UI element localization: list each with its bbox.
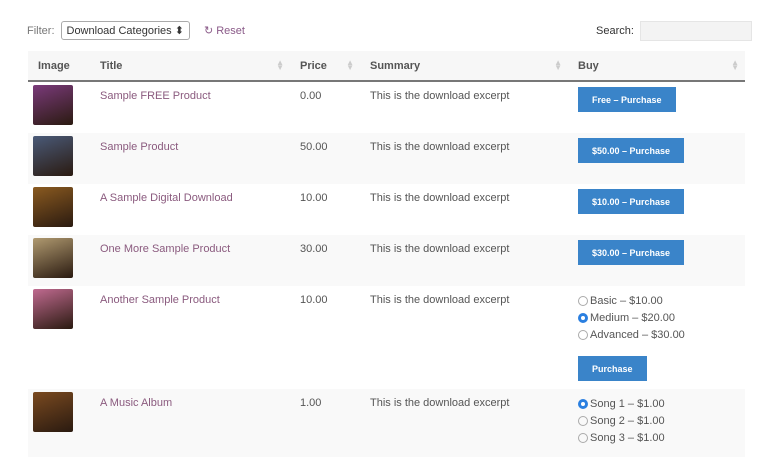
- product-title-link[interactable]: A Sample Digital Download: [100, 192, 233, 204]
- reset-icon: ↻: [203, 25, 214, 37]
- buy-cell: Free – Purchase: [568, 81, 745, 133]
- sort-icon: ▲ ▼: [731, 58, 739, 72]
- radio-button[interactable]: [578, 398, 588, 409]
- purchase-button[interactable]: Free – Purchase: [578, 87, 676, 112]
- search-label: Search:: [596, 25, 634, 37]
- table-row: One More Sample Product 30.00 This is th…: [28, 235, 745, 286]
- price-option[interactable]: Song 1 – $1.00: [578, 395, 745, 412]
- filter-label: Filter:: [27, 24, 55, 37]
- product-thumbnail[interactable]: [33, 289, 73, 329]
- reset-link[interactable]: ↻ Reset: [204, 24, 245, 37]
- radio-button[interactable]: [578, 312, 588, 323]
- price-option[interactable]: Basic – $10.00: [578, 292, 745, 309]
- sort-icon: ▲ ▼: [554, 58, 562, 72]
- summary: This is the download excerpt: [360, 389, 568, 457]
- search-bar: Search:: [596, 21, 752, 41]
- category-select-value: Download Categories: [66, 25, 172, 37]
- price: 50.00: [290, 133, 360, 184]
- product-title-link[interactable]: Sample Product: [100, 141, 178, 153]
- col-buy[interactable]: Buy ▲ ▼: [568, 51, 745, 82]
- product-title-link[interactable]: One More Sample Product: [100, 243, 230, 255]
- buy-cell: $50.00 – Purchase: [568, 133, 745, 184]
- table-row: A Music Album 1.00 This is the download …: [28, 389, 745, 457]
- buy-cell: Basic – $10.00 Medium – $20.00 Advanced – …: [568, 286, 745, 389]
- col-price[interactable]: Price ▲ ▼: [290, 51, 360, 82]
- price: 10.00: [300, 294, 328, 306]
- price-option[interactable]: Song 2 – $1.00: [578, 412, 745, 429]
- summary: This is the download excerpt: [370, 90, 510, 102]
- price: 10.00: [300, 192, 328, 204]
- buy-cell: $30.00 – Purchase: [568, 235, 745, 286]
- price: 30.00: [290, 235, 360, 286]
- table-row: Sample Product 50.00 This is the downloa…: [28, 133, 745, 184]
- product-title-link[interactable]: Sample FREE Product: [100, 90, 211, 102]
- product-thumbnail[interactable]: [33, 238, 73, 278]
- option-label: Song 3 – $1.00: [590, 431, 665, 444]
- sort-icon: ▲ ▼: [276, 58, 284, 72]
- radio-button[interactable]: [578, 329, 588, 340]
- radio-button[interactable]: [578, 415, 588, 426]
- price: 0.00: [300, 90, 322, 102]
- downloads-table: Image Title ▲ ▼ Price ▲ ▼ Summary ▲ ▼ Buy ▲ ▼ Sa…: [28, 51, 745, 457]
- product-title-link[interactable]: A Music Album: [100, 397, 172, 409]
- table-row: Sample FREE Product 0.00 This is the dow…: [28, 81, 745, 133]
- col-summary[interactable]: Summary ▲ ▼: [360, 51, 568, 82]
- buy-cell: $10.00 – Purchase: [568, 184, 745, 235]
- product-thumbnail[interactable]: [33, 85, 73, 125]
- summary: This is the download excerpt: [370, 294, 510, 306]
- option-label: Basic – $10.00: [590, 294, 663, 307]
- product-title-link[interactable]: Another Sample Product: [100, 294, 220, 306]
- radio-button[interactable]: [578, 295, 588, 306]
- col-title[interactable]: Title ▲ ▼: [90, 51, 290, 82]
- purchase-button[interactable]: $30.00 – Purchase: [578, 240, 685, 265]
- filter-bar: Filter: Download Categories ⬍ ↻ Reset: [27, 21, 245, 40]
- purchase-button[interactable]: $50.00 – Purchase: [578, 138, 685, 163]
- col-image: Image: [28, 51, 90, 82]
- purchase-button[interactable]: Purchase: [578, 356, 647, 381]
- summary: This is the download excerpt: [370, 192, 510, 204]
- reset-label: Reset: [216, 25, 245, 37]
- option-label: Song 2 – $1.00: [590, 414, 665, 427]
- product-thumbnail[interactable]: [33, 136, 73, 176]
- price-option[interactable]: Medium – $20.00: [578, 309, 745, 326]
- buy-cell: Song 1 – $1.00 Song 2 – $1.00 Song 3 – $1.…: [568, 389, 745, 457]
- radio-button[interactable]: [578, 432, 588, 443]
- option-label: Song 1 – $1.00: [590, 397, 665, 410]
- summary: This is the download excerpt: [360, 235, 568, 286]
- table-row: Another Sample Product 10.00 This is the…: [28, 286, 745, 389]
- price: 1.00: [290, 389, 360, 457]
- option-label: Advanced – $30.00: [590, 328, 685, 341]
- purchase-button[interactable]: $10.00 – Purchase: [578, 189, 685, 214]
- sort-icon: ▲ ▼: [346, 58, 354, 72]
- search-input[interactable]: [639, 21, 752, 41]
- price-option[interactable]: Advanced – $30.00: [578, 326, 745, 343]
- price-option[interactable]: Song 3 – $1.00: [578, 429, 745, 446]
- summary: This is the download excerpt: [360, 133, 568, 184]
- product-thumbnail[interactable]: [33, 187, 73, 227]
- product-thumbnail[interactable]: [33, 392, 73, 432]
- option-label: Medium – $20.00: [590, 311, 675, 324]
- table-row: A Sample Digital Download 10.00 This is …: [28, 184, 745, 235]
- category-select[interactable]: Download Categories ⬍: [60, 21, 190, 40]
